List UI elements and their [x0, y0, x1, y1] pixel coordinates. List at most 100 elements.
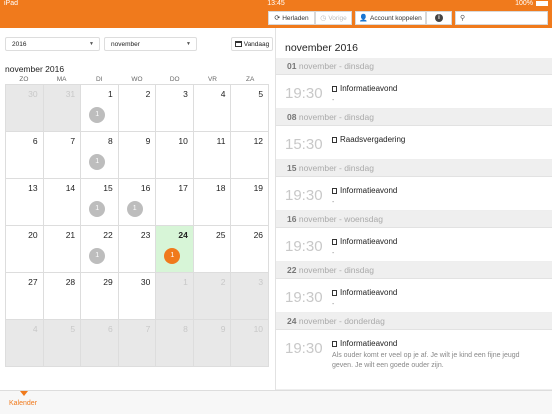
- active-tab-indicator: [20, 391, 28, 396]
- day-cell[interactable]: 5: [231, 85, 270, 132]
- agenda-event[interactable]: 19:30 Informatieavond -: [276, 228, 552, 262]
- day-number: 1: [183, 277, 188, 287]
- tab-bar: Kalender: [0, 390, 552, 414]
- year-select[interactable]: 2016 ▼: [5, 37, 100, 51]
- agenda-day-label: november - dinsdag: [298, 112, 374, 122]
- day-cell[interactable]: 16 1: [118, 179, 157, 226]
- agenda-event[interactable]: 19:30 Informatieavond -: [276, 279, 552, 313]
- day-cell[interactable]: 2: [118, 85, 157, 132]
- day-cell[interactable]: 13: [5, 179, 44, 226]
- day-cell[interactable]: 25: [193, 226, 232, 273]
- weekday-label: ZA: [246, 76, 255, 83]
- tab-calendar[interactable]: Kalender: [9, 400, 37, 407]
- day-cell[interactable]: 17: [156, 179, 194, 226]
- day-cell[interactable]: 4: [193, 85, 232, 132]
- day-cell[interactable]: 3: [231, 273, 270, 320]
- day-number: 10: [178, 136, 188, 146]
- day-number: 10: [253, 324, 264, 334]
- agenda-event[interactable]: 19:30 Informatieavond -: [276, 177, 552, 211]
- day-cell[interactable]: 7: [43, 132, 82, 179]
- search-input[interactable]: ⚲: [455, 11, 548, 25]
- event-title: Raadsvergadering: [340, 135, 406, 144]
- day-cell[interactable]: 28: [43, 273, 82, 320]
- agenda-day-label: november - dinsdag: [298, 163, 374, 173]
- document-icon: [332, 85, 337, 92]
- day-cell[interactable]: 18: [193, 179, 232, 226]
- day-number: 30: [140, 277, 151, 287]
- day-cell[interactable]: 11: [81, 85, 119, 132]
- day-number: 28: [65, 277, 76, 287]
- info-button[interactable]: i: [426, 11, 452, 25]
- day-cell[interactable]: 11: [193, 132, 232, 179]
- day-cell[interactable]: 6: [81, 320, 119, 367]
- day-cell[interactable]: 6: [5, 132, 44, 179]
- status-bar: iPad 13:45 100%: [0, 0, 552, 9]
- day-cell[interactable]: 4: [5, 320, 44, 367]
- reload-button[interactable]: ⟳ Herladen: [268, 11, 315, 25]
- day-cell[interactable]: 21: [43, 226, 82, 273]
- event-time: 19:30: [285, 85, 323, 102]
- info-icon: i: [435, 14, 443, 22]
- agenda-event[interactable]: 19:30 Informatieavond -: [276, 75, 552, 109]
- day-cell[interactable]: 1: [156, 273, 194, 320]
- status-time: 13:45: [267, 0, 285, 7]
- person-plus-icon: 👤: [359, 15, 369, 22]
- agenda-event[interactable]: 15:30 Raadsvergadering: [276, 126, 552, 160]
- event-time: 19:30: [285, 187, 323, 204]
- day-number: 18: [216, 183, 226, 193]
- agenda-day-number: 15: [287, 163, 297, 173]
- day-cell[interactable]: 14: [43, 179, 82, 226]
- agenda-day-label: november - donderdag: [298, 316, 385, 326]
- month-select[interactable]: november ▼: [104, 37, 197, 51]
- agenda-event[interactable]: 19:30 Informatieavond Als ouder komt er ve…: [276, 330, 552, 390]
- agenda-day-number: 08: [287, 112, 297, 122]
- day-cell[interactable]: 31: [43, 85, 82, 132]
- day-cell[interactable]: 15 1: [81, 179, 119, 226]
- event-count-badge: 1: [89, 248, 106, 264]
- day-number: 4: [32, 324, 38, 334]
- day-cell[interactable]: 29: [81, 273, 119, 320]
- day-number: 6: [108, 324, 113, 334]
- day-number: 7: [70, 136, 76, 146]
- event-description: -: [332, 301, 335, 308]
- day-cell[interactable]: 19: [231, 179, 270, 226]
- day-number: 1: [108, 89, 113, 99]
- day-number: 21: [65, 230, 76, 240]
- agenda-list: 01 november - dinsdag 19:30 Informatieavon…: [276, 58, 552, 390]
- day-cell[interactable]: 30: [118, 273, 157, 320]
- day-cell[interactable]: 9: [193, 320, 232, 367]
- previous-button[interactable]: ◷ Vorige: [315, 11, 352, 25]
- day-cell[interactable]: 7: [118, 320, 157, 367]
- link-account-button[interactable]: 👤 Account koppelen: [355, 11, 426, 25]
- day-cell[interactable]: 81: [81, 132, 119, 179]
- week-row: 27 28 29 30 1 2 3: [5, 273, 270, 320]
- day-cell[interactable]: 24 1: [156, 226, 194, 273]
- day-cell[interactable]: 30: [5, 85, 44, 132]
- day-cell[interactable]: 27: [5, 273, 44, 320]
- weekday-label: DO: [169, 76, 180, 83]
- day-cell[interactable]: 10: [156, 132, 194, 179]
- day-cell[interactable]: 8: [156, 320, 194, 367]
- day-number: 31: [65, 89, 76, 99]
- day-number: 19: [253, 183, 264, 193]
- day-cell[interactable]: 2: [193, 273, 232, 320]
- day-cell[interactable]: 26: [231, 226, 270, 273]
- agenda-day-header: 22 november - dinsdag: [276, 262, 552, 279]
- day-cell[interactable]: 3: [156, 85, 194, 132]
- week-row: 13 14 15 1 16 1 17 18 19: [5, 179, 270, 226]
- day-cell[interactable]: 5: [43, 320, 82, 367]
- event-time: 15:30: [285, 136, 323, 153]
- day-number: 5: [258, 89, 264, 99]
- day-cell[interactable]: 23: [118, 226, 157, 273]
- event-title-row: Informatieavond: [332, 288, 397, 297]
- day-number: 24: [178, 230, 188, 240]
- day-cell[interactable]: 12: [231, 132, 270, 179]
- day-number: 29: [103, 277, 113, 287]
- reload-label: Herladen: [282, 14, 309, 22]
- day-number: 6: [32, 136, 38, 146]
- day-cell[interactable]: 20: [5, 226, 44, 273]
- today-button[interactable]: Vandaag: [231, 37, 273, 51]
- day-cell[interactable]: 9: [118, 132, 157, 179]
- day-cell[interactable]: 22 1: [81, 226, 119, 273]
- day-cell[interactable]: 10: [231, 320, 270, 367]
